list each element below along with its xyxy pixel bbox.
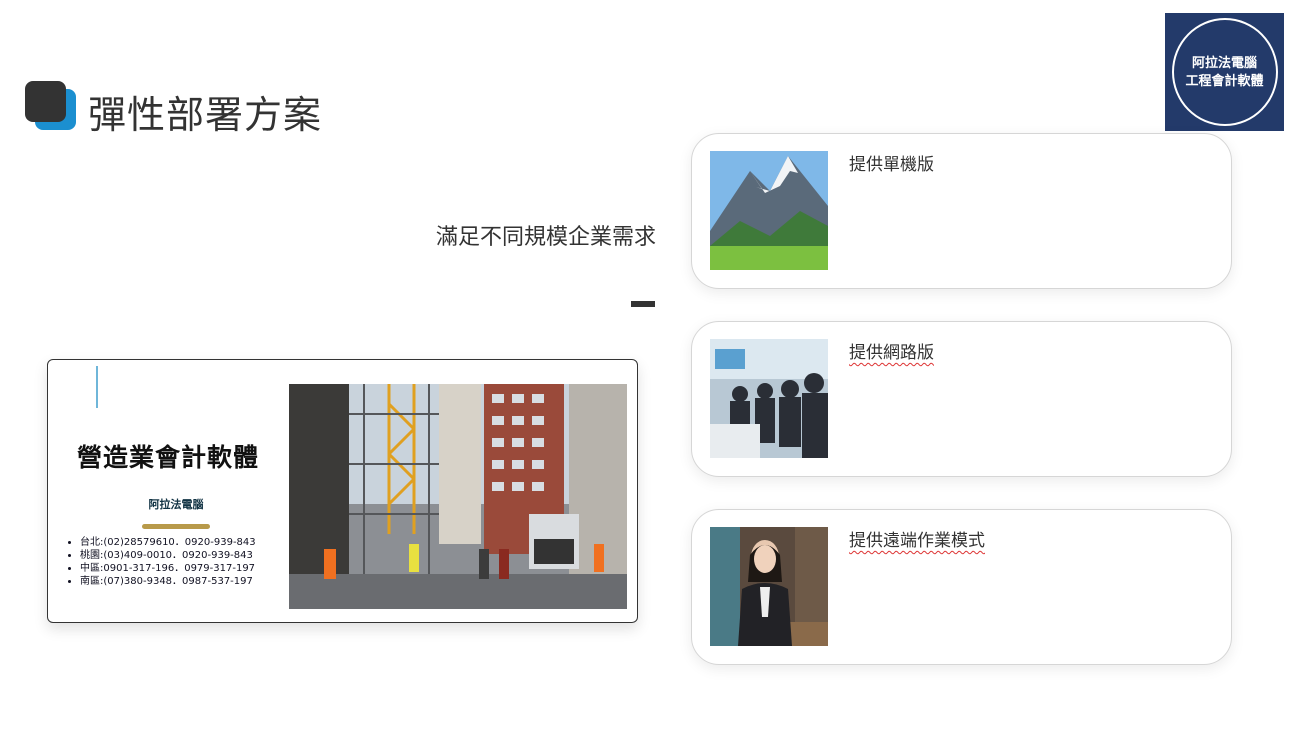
company-logo: 阿拉法電腦 工程會計軟體 [1165, 13, 1284, 131]
business-card-image: 營造業會計軟體 阿拉法電腦 台北:(02)28579610．0920-939-8… [47, 359, 638, 623]
logo-line-1: 阿拉法電腦 [1191, 56, 1257, 71]
card-product-name: 營造業會計軟體 [76, 443, 259, 472]
divider-dash [631, 301, 655, 307]
slide-title: 彈性部署方案 [88, 93, 323, 137]
card-contact-list: 台北:(02)28579610．0920-939-843 桃園:(03)409-… [66, 536, 256, 588]
feature-label-remote: 提供遠端作業模式 [849, 531, 985, 551]
contact-item: 南區:(07)380-9348．0987-537-197 [80, 575, 256, 588]
construction-site-photo [289, 384, 627, 609]
title-bullet-icon [25, 81, 77, 131]
logo-line-2: 工程會計軟體 [1185, 74, 1264, 89]
contact-item: 台北:(02)28579610．0920-939-843 [80, 536, 256, 549]
feature-card-standalone: 提供單機版 [691, 133, 1232, 289]
card-company-name: 阿拉法電腦 [148, 498, 204, 511]
businesswoman-portrait-image [710, 527, 828, 646]
business-meeting-image [710, 339, 828, 458]
mountain-landscape-image [710, 151, 828, 270]
feature-label-network: 提供網路版 [849, 343, 934, 363]
feature-card-remote: 提供遠端作業模式 [691, 509, 1232, 665]
contact-item: 中區:0901-317-196．0979-317-197 [80, 562, 256, 575]
contact-item: 桃園:(03)409-0010．0920-939-843 [80, 549, 256, 562]
card-accent-line [96, 366, 98, 408]
card-gold-bar [142, 524, 210, 529]
feature-label-standalone: 提供單機版 [849, 155, 934, 175]
slide-subtitle: 滿足不同規模企業需求 [436, 225, 657, 250]
feature-card-network: 提供網路版 [691, 321, 1232, 477]
